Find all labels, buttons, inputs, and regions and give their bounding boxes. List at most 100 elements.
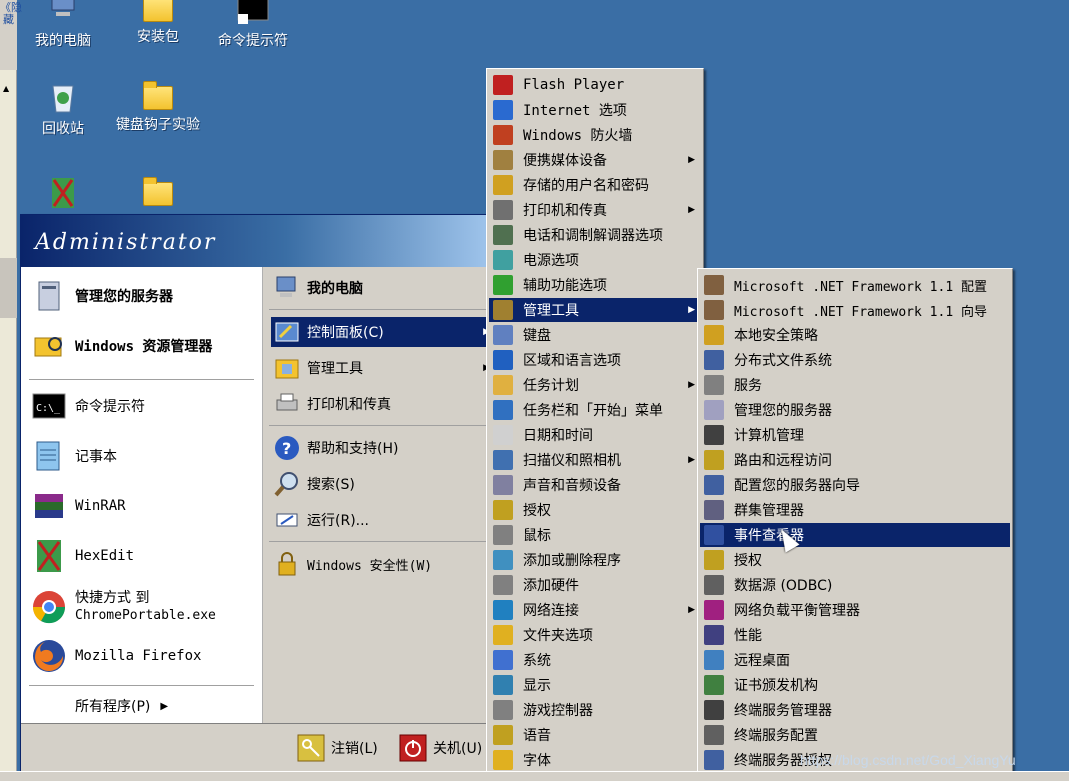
start-item-windows-security[interactable]: Windows 安全性(W) [271, 549, 496, 579]
start-item-label-group: 快捷方式 到 ChromePortable.exe [75, 590, 216, 624]
admin-tools-item-label: 群集管理器 [734, 503, 804, 519]
start-item-label: Windows 资源管理器 [75, 339, 213, 355]
admin-tools-icon [275, 359, 299, 379]
control-panel-item[interactable]: 扫描仪和照相机 ▶ [489, 448, 701, 472]
admin-tools-item[interactable]: 事件查看器 [700, 523, 1010, 547]
control-panel-item[interactable]: 声音和音频设备 [489, 473, 701, 497]
control-panel-item[interactable]: 网络连接 ▶ [489, 598, 701, 622]
tool-icon [704, 475, 724, 495]
admin-tools-item[interactable]: 授权 [700, 548, 1010, 572]
admin-tools-item[interactable]: 服务 [700, 373, 1010, 397]
desktop-icon-keyboard-hook[interactable]: 键盘钩子实验 [108, 80, 208, 134]
start-item-windows-explorer[interactable]: Windows 资源管理器 [31, 325, 212, 367]
control-panel-item[interactable]: 任务计划 ▶ [489, 373, 701, 397]
scrollbar-thumb[interactable] [0, 258, 17, 318]
start-item-winrar[interactable]: WinRAR [31, 485, 126, 527]
start-menu-separator [269, 425, 497, 426]
control-panel-item[interactable]: 游戏控制器 [489, 698, 701, 722]
control-panel-item[interactable]: 管理工具 ▶ [489, 298, 701, 322]
control-panel-item[interactable]: 文件夹选项 [489, 623, 701, 647]
start-item-control-panel[interactable]: 控制面板(C) ▶ [271, 317, 496, 347]
all-programs-button[interactable]: 所有程序(P) ▶ [75, 693, 168, 719]
admin-tools-item[interactable]: 群集管理器 [700, 498, 1010, 522]
control-panel-item[interactable]: 系统 [489, 648, 701, 672]
control-panel-item[interactable]: 授权 [489, 498, 701, 522]
admin-tools-item[interactable]: 终端服务配置 [700, 723, 1010, 747]
control-panel-item[interactable]: 键盘 [489, 323, 701, 347]
start-item-command-prompt[interactable]: C:\_ 命令提示符 [31, 385, 145, 427]
admin-tools-item[interactable]: 路由和远程访问 [700, 448, 1010, 472]
control-panel-item[interactable]: 添加或删除程序 [489, 548, 701, 572]
tool-icon [704, 350, 724, 370]
admin-tools-item[interactable]: 数据源 (ODBC) [700, 573, 1010, 597]
printer-icon [276, 393, 298, 411]
start-item-help[interactable]: ? 帮助和支持(H) [271, 433, 496, 463]
admin-tools-item[interactable]: 配置您的服务器向导 [700, 473, 1010, 497]
desktop-icon-recycle-bin[interactable]: 回收站 [13, 80, 113, 138]
admin-tools-item[interactable]: 网络负载平衡管理器 [700, 598, 1010, 622]
arrow-right-icon: ▶ [688, 605, 695, 615]
control-panel-item[interactable]: 鼠标 [489, 523, 701, 547]
admin-tools-item[interactable]: 管理您的服务器 [700, 398, 1010, 422]
terminal-icon [237, 0, 269, 24]
admin-tools-item[interactable]: Microsoft .NET Framework 1.1 配置 [700, 273, 1010, 297]
desktop-icon-my-computer[interactable]: 我的电脑 [13, 0, 113, 50]
admin-tools-item[interactable]: 远程桌面 [700, 648, 1010, 672]
start-item-search[interactable]: 搜索(S) [271, 469, 496, 499]
start-item-chrome-shortcut[interactable]: 快捷方式 到 ChromePortable.exe [31, 585, 216, 629]
control-panel-item[interactable]: 打印机和传真 ▶ [489, 198, 701, 222]
start-item-firefox[interactable]: Mozilla Firefox [31, 635, 201, 677]
admin-tools-item[interactable]: Microsoft .NET Framework 1.1 向导 [700, 298, 1010, 322]
applet-icon [493, 350, 513, 370]
control-panel-item[interactable]: 电话和调制解调器选项 [489, 223, 701, 247]
start-item-run[interactable]: 运行(R)... [271, 505, 496, 535]
logoff-button[interactable]: 注销(L) [297, 734, 378, 762]
desktop-icon-folder[interactable] [108, 176, 208, 210]
control-panel-item[interactable]: 便携媒体设备 ▶ [489, 148, 701, 172]
shutdown-button[interactable]: 关机(U) [399, 734, 482, 762]
control-panel-item[interactable]: 存储的用户名和密码 [489, 173, 701, 197]
control-panel-item[interactable]: 显示 [489, 673, 701, 697]
admin-tools-item-label: 管理您的服务器 [734, 403, 832, 419]
desktop-icon-hexedit-shortcut[interactable] [13, 176, 113, 214]
control-panel-item-label: 网络连接 [523, 603, 579, 619]
control-panel-item[interactable]: 电源选项 [489, 248, 701, 272]
scroll-up-icon[interactable]: ▲ [3, 84, 9, 93]
start-item-my-computer[interactable]: 我的电脑 [271, 273, 496, 303]
control-panel-item[interactable]: Internet 选项 [489, 98, 701, 122]
control-panel-item-label: Internet 选项 [523, 103, 627, 119]
admin-tools-item[interactable]: 本地安全策略 [700, 323, 1010, 347]
control-panel-item[interactable]: 添加硬件 [489, 573, 701, 597]
admin-tools-item[interactable]: 性能 [700, 623, 1010, 647]
admin-tools-item[interactable]: 证书颁发机构 [700, 673, 1010, 697]
control-panel-item[interactable]: 辅助功能选项 [489, 273, 701, 297]
control-panel-item[interactable]: Windows 防火墙 [489, 123, 701, 147]
control-panel-item-label: 添加硬件 [523, 578, 579, 594]
start-item-hexedit[interactable]: HexEdit [31, 535, 134, 577]
admin-tools-item[interactable]: 计算机管理 [700, 423, 1010, 447]
admin-tools-item[interactable]: 终端服务管理器 [700, 698, 1010, 722]
control-panel-item[interactable]: Flash Player [489, 73, 701, 97]
start-item-admin-tools[interactable]: 管理工具 ▶ [271, 353, 496, 383]
control-panel-item[interactable]: 区域和语言选项 [489, 348, 701, 372]
desktop-icon-label: 我的电脑 [35, 33, 91, 49]
control-panel-item[interactable]: 字体 [489, 748, 701, 772]
start-menu-separator [29, 685, 254, 686]
start-menu-separator [269, 541, 497, 542]
recycle-bin-icon [52, 85, 74, 113]
tool-icon [704, 500, 724, 520]
desktop-icon-install-package[interactable]: 安装包 [108, 0, 208, 46]
start-item-notepad[interactable]: 记事本 [31, 435, 117, 477]
start-item-printers[interactable]: 打印机和传真 [271, 389, 496, 419]
start-item-manage-server[interactable]: 管理您的服务器 [31, 275, 173, 317]
start-item-label: 快捷方式 到 [75, 590, 150, 606]
desktop-icon-command-prompt[interactable]: 命令提示符 [203, 0, 303, 50]
control-panel-item[interactable]: 语音 [489, 723, 701, 747]
control-panel-item-label: 区域和语言选项 [523, 353, 621, 369]
applet-icon [493, 725, 513, 745]
arrow-right-icon: ▶ [688, 380, 695, 390]
admin-tools-item[interactable]: 分布式文件系统 [700, 348, 1010, 372]
tool-icon [704, 375, 724, 395]
control-panel-item[interactable]: 任务栏和「开始」菜单 [489, 398, 701, 422]
control-panel-item[interactable]: 日期和时间 [489, 423, 701, 447]
